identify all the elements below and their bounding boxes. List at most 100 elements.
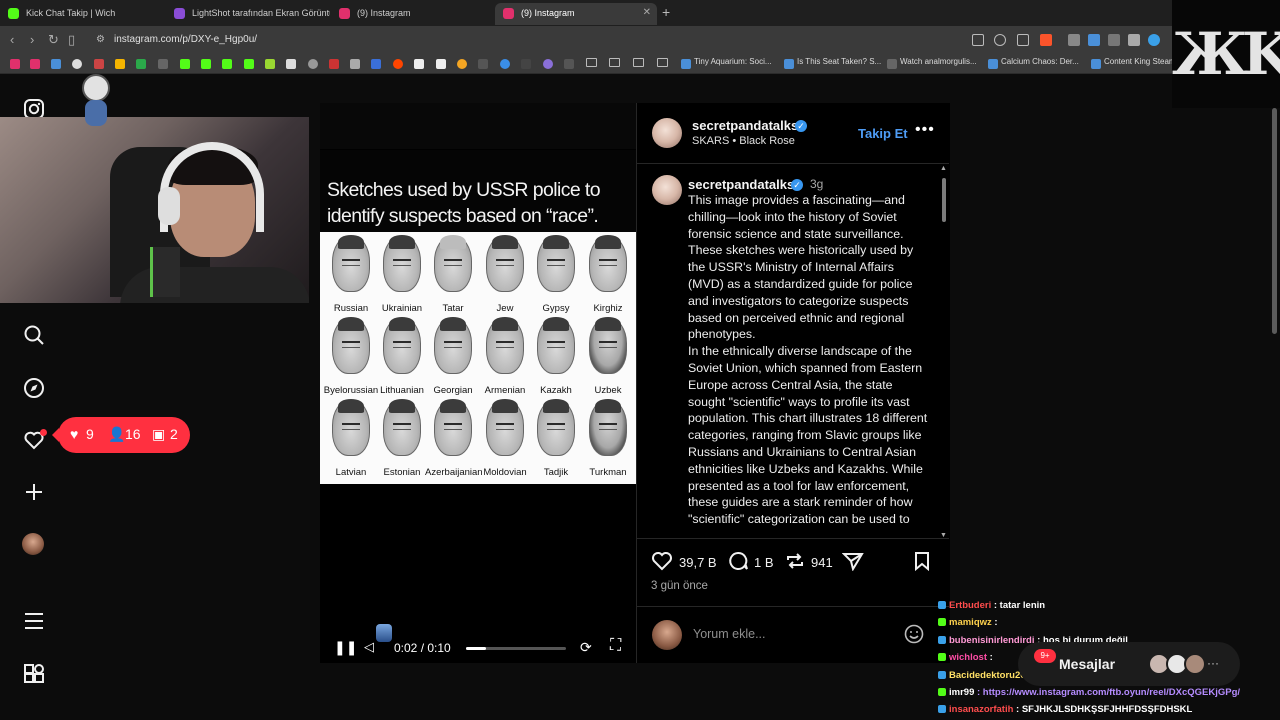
follow-button[interactable]: Takip Et [858, 126, 908, 141]
fullscreen-icon[interactable]: ⛶ [610, 637, 621, 655]
tab-kick-chat[interactable]: Kick Chat Takip | Wich [0, 3, 165, 25]
notifications-pill[interactable]: ♥ 9 👤 16 ▣ 2 [58, 417, 190, 453]
caption-username[interactable]: secretpandatalks [688, 177, 794, 192]
reddit-bookmark-icon[interactable] [393, 59, 403, 69]
chat-username[interactable]: imr99 [949, 687, 974, 698]
caption-scroll-thumb[interactable] [942, 178, 946, 222]
pause-icon[interactable]: ❚❚ [334, 639, 357, 656]
bookmark-tiny-aquarium[interactable]: Tiny Aquarium: Soci... [694, 57, 772, 66]
bookmark-icon[interactable] [51, 59, 61, 69]
extension-icon[interactable] [1148, 34, 1160, 46]
pip-icon[interactable]: ⟳ [580, 639, 592, 656]
comment-input[interactable]: Yorum ekle... [693, 627, 766, 641]
messages-more-icon[interactable]: ··· [1207, 656, 1219, 670]
bookmark-icon[interactable] [371, 59, 381, 69]
message-avatar[interactable] [1184, 653, 1206, 675]
extension-icon[interactable] [1068, 34, 1080, 46]
audio-subline[interactable]: SKARS • Black Rose [692, 135, 795, 147]
bookmark-icon[interactable] [329, 59, 339, 69]
search-icon[interactable] [22, 324, 46, 348]
page-scrollbar-thumb[interactable] [1272, 108, 1277, 334]
extension-icon[interactable] [1128, 34, 1140, 46]
chat-username[interactable]: bubenisinirlendirdi [949, 635, 1035, 646]
chat-username[interactable]: Ertbuderi [949, 600, 991, 611]
bookmark-page-icon[interactable]: ▯ [68, 32, 75, 48]
extension-icon[interactable] [1108, 34, 1120, 46]
tab-instagram-active[interactable]: (9) Instagram ✕ [495, 3, 657, 25]
steam-bookmark-icon[interactable] [1091, 59, 1101, 69]
video-progress-track[interactable] [466, 647, 566, 650]
tab-instagram-1[interactable]: (9) Instagram [331, 3, 495, 25]
bookmark-icon[interactable] [158, 59, 168, 69]
messages-label[interactable]: Mesajlar [1059, 656, 1115, 672]
anchor-bookmark-icon[interactable] [286, 59, 296, 69]
bookmark-calcium-chaos[interactable]: Calcium Chaos: Der... [1001, 57, 1079, 66]
share-icon[interactable] [1017, 34, 1029, 46]
steam-bookmark-icon[interactable] [988, 59, 998, 69]
amazon-bookmark-icon[interactable] [436, 59, 446, 69]
youtube-bookmark-icon[interactable] [10, 59, 20, 69]
bookmark-icon[interactable] [500, 59, 510, 69]
bookmark-icon[interactable] [478, 59, 488, 69]
cast-icon[interactable] [972, 34, 984, 46]
address-bar[interactable]: ⚙ instagram.com/p/DXY-e_Hgp0u/ [90, 30, 970, 50]
kick-bookmark-icon[interactable] [222, 59, 232, 69]
drive-bookmark-icon[interactable] [115, 59, 125, 69]
steam-bookmark-icon[interactable] [681, 59, 691, 69]
bookmark-icon[interactable] [543, 59, 553, 69]
folder-icon[interactable] [586, 58, 597, 67]
instagram-bookmark-icon[interactable] [30, 59, 40, 69]
caption-avatar[interactable] [652, 175, 682, 205]
menu-hamburger-icon[interactable] [22, 610, 46, 634]
scroll-up-icon[interactable]: ▲ [940, 165, 947, 172]
bookmark-icon[interactable] [350, 59, 360, 69]
folder-icon[interactable] [657, 58, 668, 67]
author-username[interactable]: secretpandatalks [692, 118, 798, 133]
chat-username[interactable]: wichlost [949, 652, 987, 663]
bookmark-is-this-seat-taken[interactable]: Is This Seat Taken? S... [797, 57, 881, 66]
bookmark-icon[interactable] [887, 59, 897, 69]
save-bookmark-icon[interactable] [912, 551, 932, 574]
explore-compass-icon[interactable] [22, 377, 46, 401]
author-avatar[interactable] [652, 118, 682, 148]
bookmark-icon[interactable] [72, 59, 82, 69]
extension-icon[interactable] [1088, 34, 1100, 46]
new-tab-button[interactable]: + [662, 4, 670, 20]
bookmark-watch[interactable]: Watch analmorgulis... [900, 57, 977, 66]
reload-icon[interactable]: ↻ [48, 32, 59, 48]
like-icon[interactable] [651, 551, 673, 574]
more-options-icon[interactable]: ••• [915, 121, 935, 139]
chat-username[interactable]: insanazorfatih [949, 704, 1013, 715]
tab-lightshot[interactable]: LightShot tarafından Ekran Görüntüsü [166, 3, 330, 25]
brave-shield-icon[interactable] [1040, 34, 1052, 46]
profile-avatar[interactable] [22, 533, 46, 557]
volume-icon[interactable]: ◁ [364, 639, 374, 655]
bookmark-icon[interactable] [136, 59, 146, 69]
share-send-icon[interactable] [841, 551, 864, 574]
bookmark-icon[interactable] [414, 59, 424, 69]
bookmark-icon[interactable] [521, 59, 531, 69]
folder-icon[interactable] [609, 58, 620, 67]
bookmark-icon[interactable] [265, 59, 275, 69]
chat-username[interactable]: mamiqwz [949, 617, 992, 628]
folder-icon[interactable] [633, 58, 644, 67]
steam-bookmark-icon[interactable] [784, 59, 794, 69]
back-icon[interactable]: ‹ [10, 32, 14, 47]
bookmark-icon[interactable] [457, 59, 467, 69]
kick-bookmark-icon[interactable] [201, 59, 211, 69]
close-tab-icon[interactable]: ✕ [643, 3, 651, 23]
gmail-bookmark-icon[interactable] [94, 59, 104, 69]
bookmark-content-king[interactable]: Content King Steam [1104, 57, 1176, 66]
repost-icon[interactable] [784, 551, 806, 574]
zoom-icon[interactable] [994, 34, 1006, 46]
kick-bookmark-icon[interactable] [180, 59, 190, 69]
bookmark-icon[interactable] [308, 59, 318, 69]
site-settings-icon[interactable]: ⚙ [96, 30, 105, 50]
forward-icon[interactable]: › [30, 32, 34, 47]
bookmark-icon[interactable] [564, 59, 574, 69]
apps-grid-icon[interactable] [22, 663, 46, 687]
comment-icon[interactable] [727, 551, 749, 574]
emoji-icon[interactable] [904, 624, 924, 647]
kick-bookmark-icon[interactable] [244, 59, 254, 69]
create-plus-icon[interactable] [22, 481, 46, 505]
